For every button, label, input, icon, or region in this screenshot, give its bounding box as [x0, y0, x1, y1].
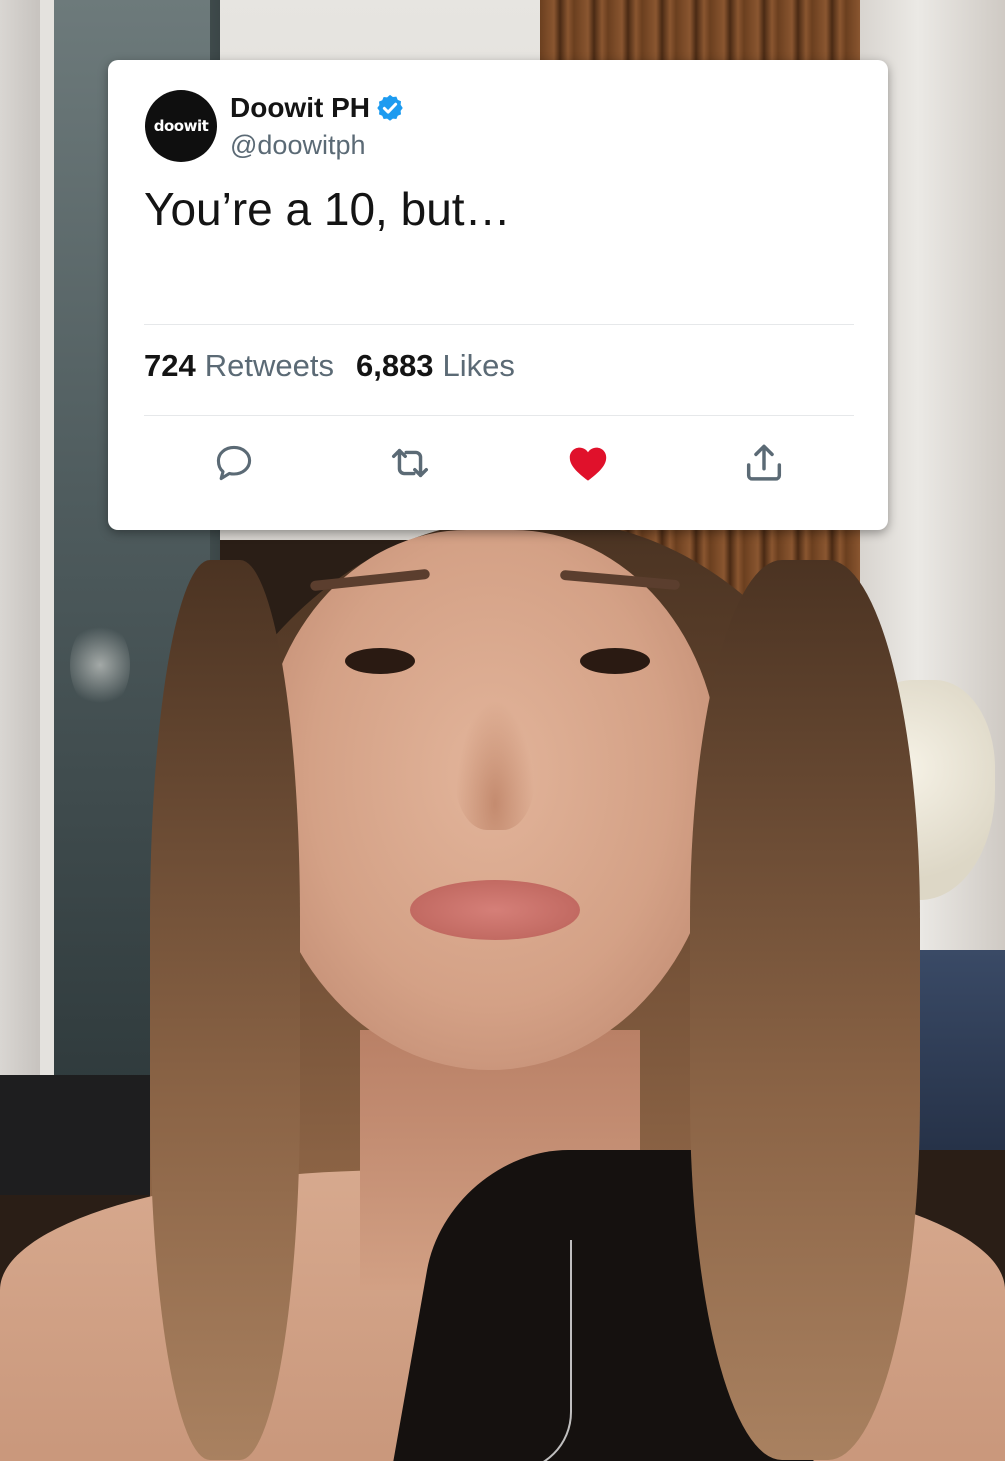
tweet-stats: 724 Retweets 6,883 Likes — [144, 348, 537, 384]
retweets-label[interactable]: Retweets — [205, 348, 334, 384]
verified-badge-icon — [377, 94, 403, 121]
necklace — [400, 1240, 572, 1461]
tweet-actions — [108, 440, 888, 490]
likes-label[interactable]: Likes — [443, 348, 515, 384]
lips — [410, 880, 580, 940]
avatar-logo-text: doowit — [153, 117, 209, 135]
retweets-count[interactable]: 724 — [144, 348, 196, 384]
like-button[interactable] — [565, 440, 611, 486]
share-upload-icon — [746, 444, 782, 481]
likes-count[interactable]: 6,883 — [356, 348, 434, 384]
reply-button[interactable] — [211, 440, 257, 486]
author-name-row: Doowit PH — [230, 92, 405, 124]
tweet-card[interactable]: doowit Doowit PH @doowitph You’re a 10, … — [108, 60, 888, 530]
heart-icon — [569, 447, 607, 481]
handle[interactable]: @doowitph — [230, 130, 366, 161]
retweet-arrows-icon — [391, 448, 429, 478]
speech-bubble-icon — [216, 445, 252, 481]
share-button[interactable] — [741, 440, 787, 486]
left-eye — [345, 648, 415, 674]
divider — [144, 415, 854, 416]
nose — [455, 700, 535, 830]
avatar[interactable]: doowit — [145, 90, 217, 162]
tweet-text: You’re a 10, but… — [144, 183, 511, 235]
display-name[interactable]: Doowit PH — [230, 92, 370, 124]
right-eye — [580, 648, 650, 674]
window-light — [70, 620, 130, 710]
divider — [144, 324, 854, 325]
retweet-button[interactable] — [387, 440, 433, 486]
hair-strand-right — [690, 560, 920, 1460]
hair-strand-left — [150, 560, 300, 1460]
